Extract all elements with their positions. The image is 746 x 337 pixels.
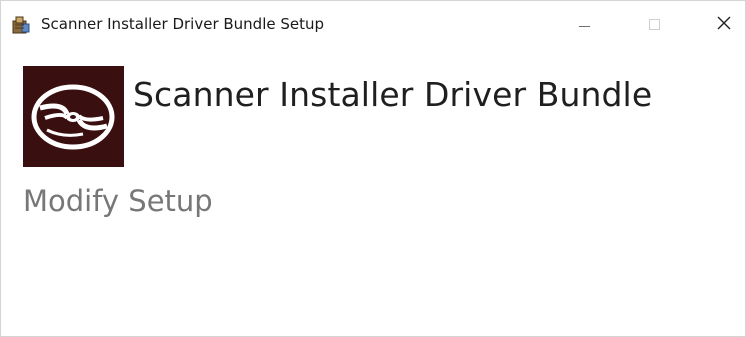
window-title: Scanner Installer Driver Bundle Setup (41, 15, 325, 33)
disc-icon (23, 84, 124, 171)
minimize-icon (578, 25, 590, 27)
maximize-icon (648, 18, 660, 30)
setup-window: Scanner Installer Driver Bundle Setup Sc… (0, 0, 746, 337)
maximize-button[interactable] (631, 1, 677, 47)
close-icon (717, 15, 731, 34)
title-bar[interactable]: Scanner Installer Driver Bundle Setup (1, 1, 745, 47)
product-logo (23, 66, 124, 167)
product-title: Scanner Installer Driver Bundle (133, 75, 653, 114)
setup-app-icon (11, 15, 31, 35)
minimize-button[interactable] (561, 1, 607, 47)
page-heading: Modify Setup (23, 184, 213, 218)
close-button[interactable] (701, 1, 745, 47)
